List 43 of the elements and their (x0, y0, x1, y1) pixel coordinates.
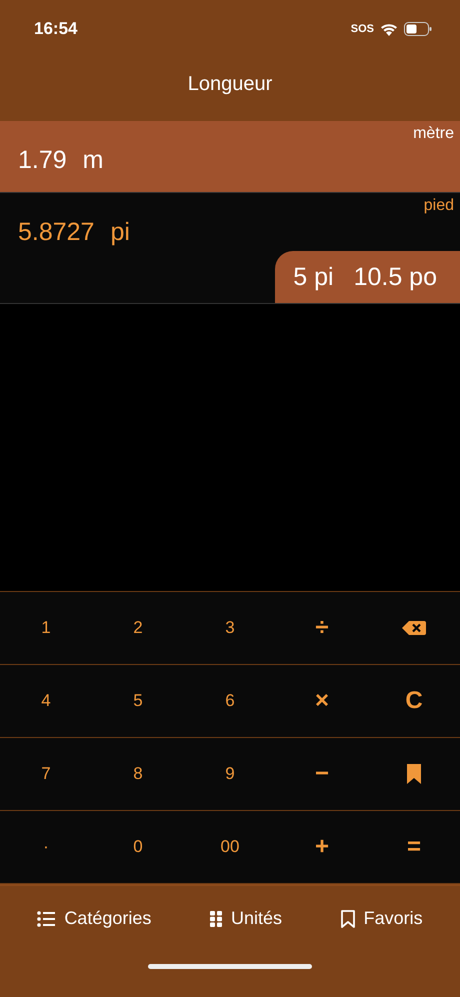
backspace-key[interactable] (368, 592, 460, 665)
keypad-key[interactable]: 6 (184, 665, 276, 738)
unit-symbol: pi (110, 218, 130, 247)
keypad-key[interactable]: + (276, 811, 368, 884)
keypad-key[interactable]: × (276, 665, 368, 738)
screen-title: Longueur (186, 73, 274, 96)
keypad-key[interactable]: = (368, 811, 460, 884)
keypad-key[interactable]: 1 (0, 592, 92, 665)
wifi-icon (380, 22, 398, 36)
keypad-key[interactable]: ÷ (276, 592, 368, 665)
unit-name: mètre (413, 124, 455, 143)
unit-name: pied (424, 196, 455, 215)
unit-value: 5.8727 (18, 218, 94, 247)
keypad-key[interactable]: C (368, 665, 460, 738)
keypad-key[interactable]: 2 (92, 592, 184, 665)
bookmark-icon (406, 764, 422, 784)
keypad-key[interactable]: 0 (92, 811, 184, 884)
unit-row[interactable]: pied 5.8727 pi 5 pi 10.5 po (0, 193, 460, 304)
keypad-key[interactable]: · (0, 811, 92, 884)
unit-row[interactable]: mètre 1.79 m (0, 121, 460, 193)
tab-button[interactable]: Unités (204, 902, 288, 935)
carrier-label: SOS (350, 23, 374, 35)
unit-value: 1.79 (18, 146, 67, 175)
bookmark-key[interactable] (368, 738, 460, 811)
keypad-key[interactable]: 4 (0, 665, 92, 738)
keypad-key[interactable]: 9 (184, 738, 276, 811)
keypad-key[interactable]: 00 (184, 811, 276, 884)
status-time: 16:54 (34, 19, 78, 39)
list-icon (37, 910, 56, 926)
bookmark-icon (340, 910, 355, 928)
keypad-key[interactable]: 8 (92, 738, 184, 811)
keypad-key[interactable]: 5 (92, 665, 184, 738)
compound-part: 10.5 po (354, 262, 437, 292)
compound-part: 5 pi (293, 262, 334, 292)
tab-button[interactable]: Favoris (334, 902, 429, 935)
keypad-key[interactable]: 7 (0, 738, 92, 811)
unit-symbol: m (82, 146, 104, 175)
keypad-key[interactable]: − (276, 738, 368, 811)
battery-icon (404, 22, 432, 36)
grid-icon (210, 910, 222, 926)
keypad-key[interactable]: 3 (184, 592, 276, 665)
tab-button[interactable]: Catégories (31, 902, 158, 935)
backspace-icon (402, 621, 426, 635)
